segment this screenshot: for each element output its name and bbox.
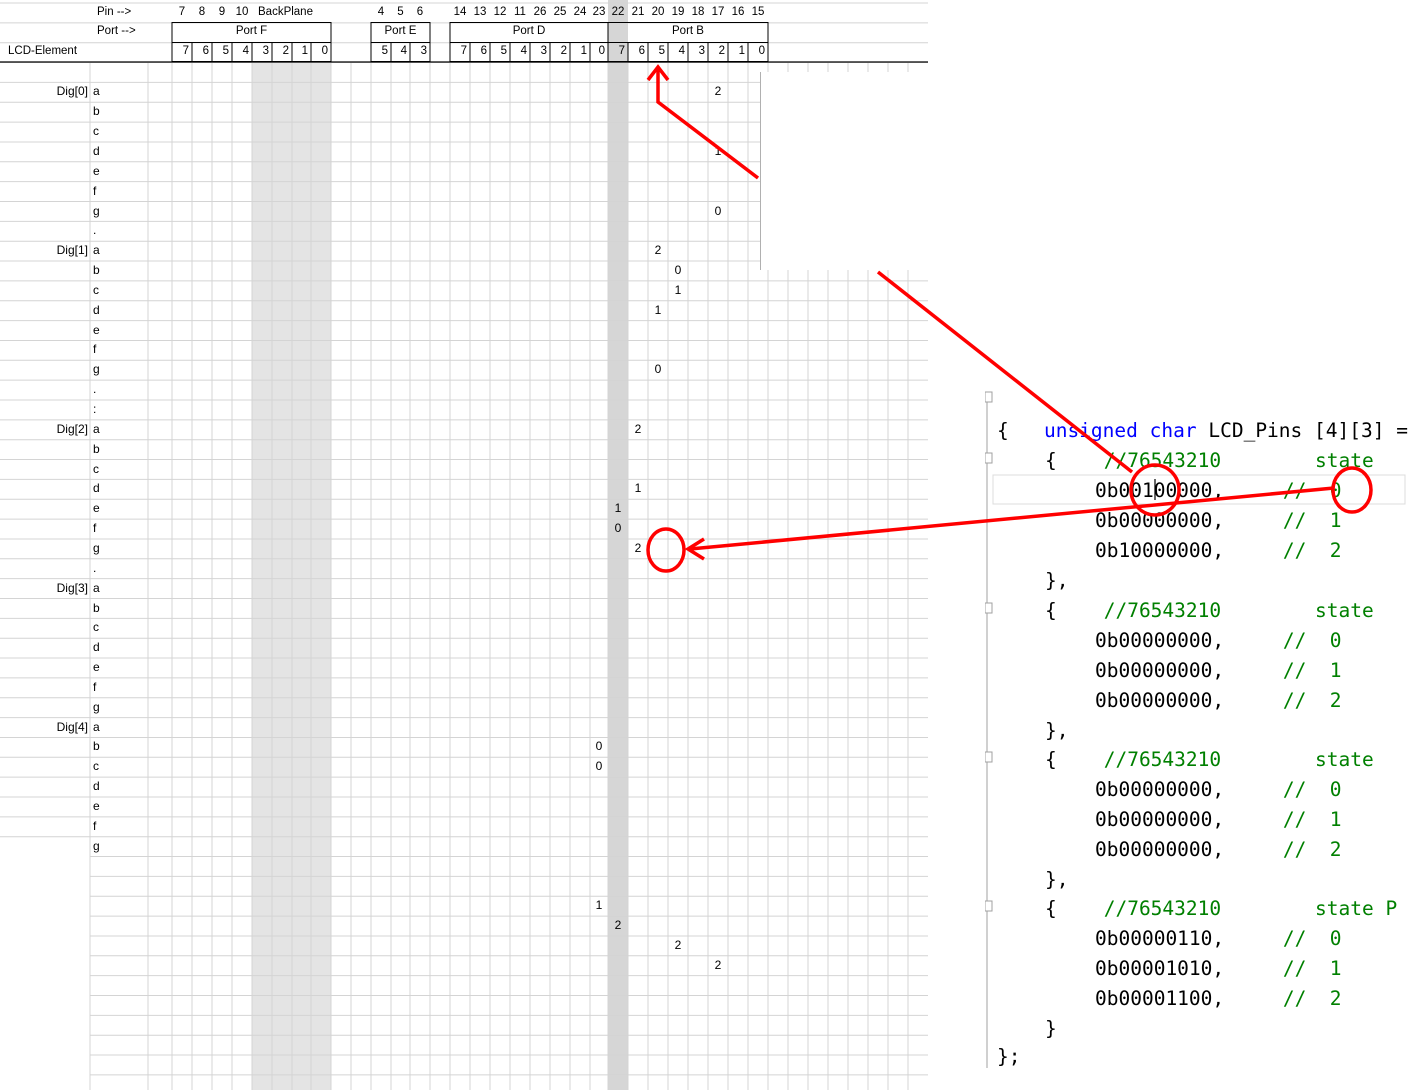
bit-arrow-line [876, 270, 1134, 474]
annotation-overlay [646, 64, 1406, 573]
cell-highlight-circle [646, 527, 686, 573]
bit-arrow-line [656, 68, 760, 180]
state-arrow-line [689, 486, 1335, 551]
